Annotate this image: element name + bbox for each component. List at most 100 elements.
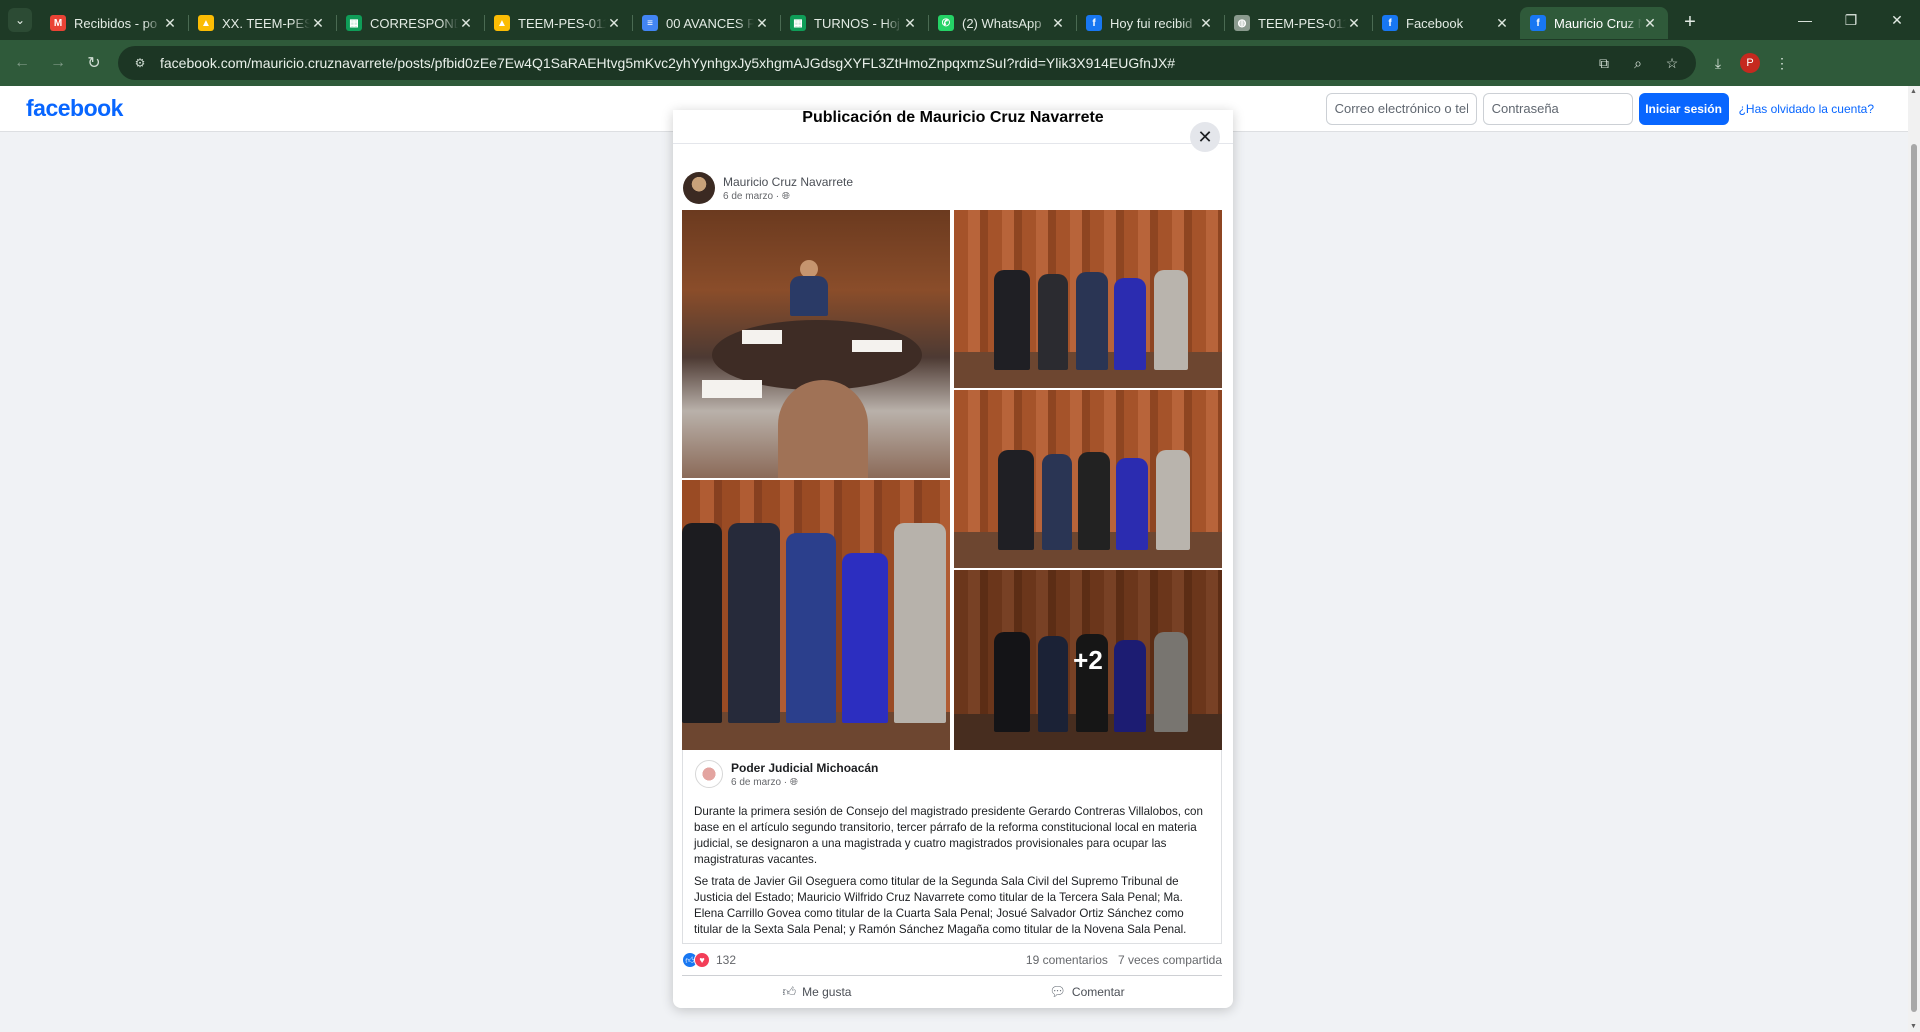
close-tab-icon[interactable]: ✕ [1494, 15, 1510, 32]
browser-tab[interactable]: ▦ TURNOS - Hoj ✕ [780, 7, 928, 39]
minimize-button[interactable]: — [1782, 0, 1828, 40]
arrow-right-icon: → [50, 54, 66, 71]
browser-tab[interactable]: ✆ (2) WhatsApp ✕ [928, 7, 1076, 39]
post-actions: 👍︎ Me gusta 💬︎ Comentar [682, 975, 1222, 1007]
menu-kebab-icon[interactable]: ⋮ [1768, 55, 1796, 72]
close-tab-icon[interactable]: ✕ [1198, 15, 1214, 32]
browser-tab[interactable]: ▦ CORRESPONDE✕ [336, 7, 484, 39]
tab-title: XX. TEEM-PES- [222, 15, 310, 31]
person-figure [1154, 270, 1188, 371]
author-name[interactable]: Mauricio Cruz Navarrete [723, 175, 853, 189]
person-figure [842, 553, 888, 723]
close-tab-icon[interactable]: ✕ [754, 15, 770, 32]
comments-count[interactable]: 19 comentarios [1026, 953, 1108, 967]
person-figure [682, 523, 722, 723]
browser-tab[interactable]: f Facebook ✕ [1372, 7, 1520, 39]
zoom-icon[interactable]: ⌕ [1624, 55, 1652, 72]
profile-avatar[interactable]: P [1740, 53, 1760, 73]
post-dialog: Publicación de Mauricio Cruz Navarrete ✕… [673, 110, 1233, 1008]
install-app-icon[interactable]: ⧉ [1590, 55, 1618, 72]
close-tab-icon[interactable]: ✕ [458, 15, 474, 32]
paper-shape [702, 380, 762, 398]
browser-tab[interactable]: f Mauricio Cruz N ✕ [1520, 7, 1668, 39]
shared-author-avatar[interactable] [695, 760, 723, 788]
close-tab-icon[interactable]: ✕ [606, 15, 622, 32]
scroll-up-icon[interactable]: ▲ [1910, 88, 1917, 95]
browser-tab[interactable]: ◍ TEEM-PES-011 ✕ [1224, 7, 1372, 39]
scroll-down-icon[interactable]: ▼ [1910, 1023, 1917, 1030]
close-window-button[interactable]: ✕ [1874, 0, 1920, 40]
person-figure [1076, 272, 1108, 371]
login-button[interactable]: Iniciar sesión [1638, 92, 1729, 125]
browser-tab[interactable]: ▲ XX. TEEM-PES- ✕ [188, 7, 336, 39]
like-button[interactable]: 👍︎ Me gusta [682, 976, 952, 1007]
tab-search-button[interactable]: ⌄ [8, 8, 32, 32]
person-figure [994, 270, 1030, 371]
author-avatar[interactable] [683, 172, 715, 204]
photo-4[interactable] [682, 480, 950, 750]
person-figure [786, 533, 836, 723]
photo-5-more[interactable]: +2 [954, 570, 1222, 750]
new-tab-button[interactable]: + [1676, 11, 1704, 34]
shared-post: Poder Judicial Michoacán 6 de marzo · 🌐︎… [682, 750, 1222, 944]
close-tab-icon[interactable]: ✕ [310, 15, 326, 32]
sheets-icon: ▦ [346, 15, 362, 31]
facebook-logo[interactable]: facebook [26, 95, 123, 122]
comment-button[interactable]: 💬︎ Comentar [952, 976, 1222, 1007]
browser-tab[interactable]: ≡ 00 AVANCES P ✕ [632, 7, 780, 39]
page-scrollbar[interactable]: ▲ ▼ [1908, 86, 1920, 1032]
browser-tab[interactable]: f Hoy fui recibid ✕ [1076, 7, 1224, 39]
shares-count[interactable]: 7 veces compartida [1118, 953, 1222, 967]
browser-tab[interactable]: ▲ TEEM-PES-011, ✕ [484, 7, 632, 39]
globe-icon: 🌐︎ [781, 190, 790, 202]
browser-tab[interactable]: M Recibidos - po ✕ [40, 7, 188, 39]
shared-post-date[interactable]: 6 de marzo · [731, 777, 787, 788]
download-icon[interactable]: ⤓ [1704, 55, 1732, 72]
close-tab-icon[interactable]: ✕ [1346, 15, 1362, 32]
url-text: facebook.com/mauricio.cruznavarrete/post… [160, 55, 1176, 71]
reaction-icons[interactable]: 👍︎ ♥ [682, 952, 710, 968]
window-controls: — ❐ ✕ [1782, 0, 1920, 40]
person-figure [1042, 454, 1072, 551]
restore-button[interactable]: ❐ [1828, 0, 1874, 40]
post-paragraph: Durante la primera sesión de Consejo del… [694, 805, 1203, 866]
post-stats: 👍︎ ♥ 132 19 comentarios 7 veces comparti… [682, 950, 1222, 970]
docs-icon: ≡ [642, 15, 658, 31]
forgot-account-link[interactable]: ¿Has olvidado la cuenta? [1739, 102, 1874, 116]
tab-title: Mauricio Cruz N [1554, 15, 1642, 31]
forward-button[interactable]: → [44, 49, 72, 77]
bookmark-star-icon[interactable]: ☆ [1658, 55, 1686, 72]
person-figure [1038, 274, 1068, 371]
chevron-down-icon: ⌄ [14, 13, 26, 27]
person-figure [998, 450, 1034, 551]
site-info-icon[interactable]: ⚙ [128, 51, 152, 75]
scrollbar-thumb[interactable] [1911, 144, 1917, 1012]
email-field[interactable] [1325, 92, 1477, 125]
close-tab-icon[interactable]: ✕ [1050, 15, 1066, 32]
paper-shape [742, 330, 782, 344]
back-button[interactable]: ← [8, 49, 36, 77]
reload-icon: ↻ [87, 55, 101, 72]
tab-title: 00 AVANCES P [666, 15, 754, 31]
photo-2[interactable] [954, 210, 1222, 388]
more-photos-count[interactable]: +2 [954, 570, 1222, 750]
close-tab-icon[interactable]: ✕ [162, 15, 178, 32]
reactions-count[interactable]: 132 [716, 953, 736, 967]
close-dialog-button[interactable]: ✕ [1190, 122, 1220, 152]
shared-author-name[interactable]: Poder Judicial Michoacán [731, 761, 878, 775]
thumbs-up-icon: 👍︎ [782, 983, 797, 999]
photo-3[interactable] [954, 390, 1222, 568]
person-figure [1078, 452, 1110, 551]
person-hair [778, 380, 868, 478]
close-tab-icon[interactable]: ✕ [1642, 15, 1658, 32]
browser-tab-bar: ⌄ M Recibidos - po ✕ ▲ XX. TEEM-PES- ✕ ▦ CORRES… [0, 0, 1920, 40]
post-date[interactable]: 6 de marzo · [723, 191, 779, 202]
drive-icon: ▲ [494, 15, 510, 31]
browser-toolbar: ← → ↻ ⚙ facebook.com/mauricio.cruznavarr… [0, 40, 1920, 86]
person-figure [1116, 458, 1148, 551]
address-bar[interactable]: ⚙ facebook.com/mauricio.cruznavarrete/po… [118, 46, 1696, 80]
reload-button[interactable]: ↻ [80, 49, 108, 77]
close-tab-icon[interactable]: ✕ [902, 15, 918, 32]
photo-1[interactable] [682, 210, 950, 478]
password-field[interactable] [1482, 92, 1633, 125]
